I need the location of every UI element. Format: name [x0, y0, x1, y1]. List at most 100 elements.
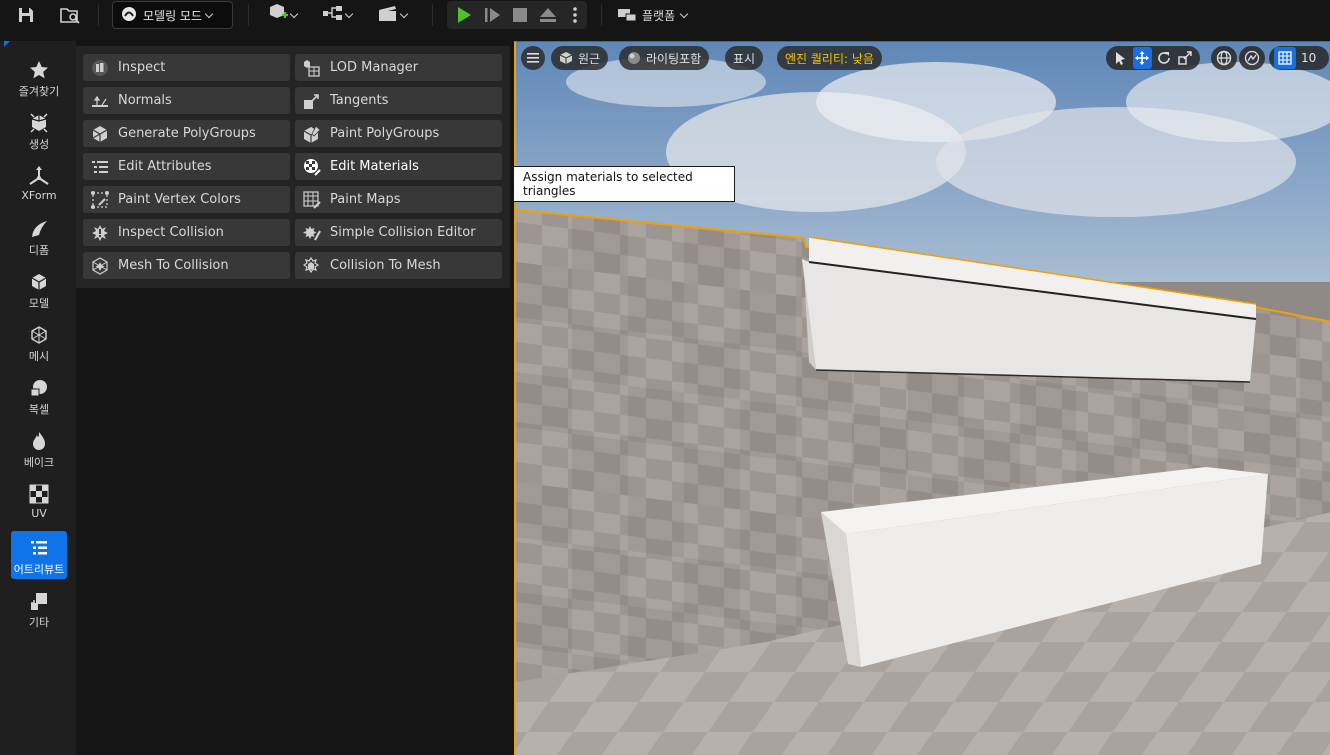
select-tool-button[interactable] — [1111, 47, 1131, 69]
eject-button[interactable] — [536, 0, 560, 30]
level-viewport[interactable]: 원근 라이팅포함 표시 엔진 퀄리티: 낮음 10 — [514, 41, 1330, 755]
mesh-icon — [28, 324, 50, 346]
tool-simple-collision-editor-button[interactable]: Simple Collision Editor — [295, 219, 502, 246]
content-browser-icon[interactable] — [56, 0, 84, 30]
blueprint-button[interactable] — [318, 0, 356, 30]
tool-edit-materials-button[interactable]: Edit Materials — [295, 153, 502, 180]
viewport-menu-button[interactable] — [521, 46, 545, 70]
create-icon — [28, 112, 50, 134]
category-star[interactable]: 즐겨찾기 — [11, 53, 67, 101]
category-voxel[interactable]: 복셀 — [11, 371, 67, 419]
category-label: 모델 — [28, 297, 50, 310]
tool-label: Normals — [118, 93, 172, 108]
lod-manager-icon — [303, 59, 321, 77]
voxel-icon — [28, 377, 50, 399]
mode-selector-button[interactable]: 모델링 모드 — [112, 1, 233, 29]
grid-snap-toggle[interactable] — [1274, 47, 1296, 69]
transform-tools — [1106, 46, 1200, 70]
category-uv[interactable]: UV — [11, 477, 67, 525]
scale-tool-button[interactable] — [1176, 47, 1196, 69]
tool-generate-polygroups-button[interactable]: Generate PolyGroups — [83, 120, 290, 147]
bake-icon — [28, 430, 50, 452]
tool-label: Tangents — [330, 93, 389, 108]
tool-label: Simple Collision Editor — [330, 225, 476, 240]
tool-details-panel — [76, 288, 510, 755]
tool-tangents-button[interactable]: Tangents — [295, 87, 502, 114]
tool-collision-to-mesh-button[interactable]: Collision To Mesh — [295, 252, 502, 279]
more-vertical-icon — [573, 7, 577, 23]
category-attributes[interactable]: 어트리뷰트 — [11, 531, 67, 579]
tool-normals-button[interactable]: Normals — [83, 87, 290, 114]
grid-snap-value[interactable]: 10 — [1297, 51, 1320, 65]
rotate-tool-button[interactable] — [1154, 47, 1174, 69]
perspective-button[interactable]: 원근 — [551, 46, 609, 70]
uv-icon — [28, 483, 50, 505]
category-label: 디폼 — [28, 244, 50, 257]
tool-label: Inspect — [118, 60, 166, 75]
add-actor-button[interactable] — [262, 0, 302, 30]
inspect-collision-icon — [91, 224, 109, 242]
modeling-mode-icon — [121, 6, 137, 25]
play-button[interactable] — [452, 0, 476, 30]
category-deform[interactable]: 디폼 — [11, 212, 67, 260]
platform-button[interactable]: 플랫폼 — [617, 0, 689, 30]
perspective-label: 원근 — [578, 51, 601, 66]
category-create[interactable]: 생성 — [11, 106, 67, 154]
platform-icon — [617, 6, 637, 25]
play-options-button[interactable] — [566, 0, 584, 30]
cinematics-button[interactable] — [372, 0, 412, 30]
stop-icon — [513, 8, 527, 22]
surface-snap-button[interactable] — [1239, 46, 1265, 70]
tool-label: Paint Maps — [330, 192, 401, 207]
edit-attributes-icon — [91, 158, 109, 176]
lighting-label: 라이팅포함 — [646, 51, 702, 66]
tool-label: Edit Attributes — [118, 159, 212, 174]
category-model[interactable]: 모델 — [11, 265, 67, 313]
category-label: 베이크 — [23, 456, 55, 469]
xform-icon — [28, 165, 50, 187]
category-label: 어트리뷰트 — [13, 563, 65, 576]
grid-icon — [1278, 51, 1292, 65]
category-misc[interactable]: 기타 — [11, 584, 67, 632]
show-button[interactable]: 표시 — [725, 46, 764, 70]
lit-sphere-icon — [627, 51, 641, 65]
show-label: 표시 — [733, 51, 756, 66]
paint-polygroups-icon — [303, 124, 321, 143]
category-mesh[interactable]: 메시 — [11, 318, 67, 366]
category-label: 즐겨찾기 — [18, 85, 60, 98]
generate-polygroups-icon — [91, 125, 109, 143]
cursor-icon — [1115, 52, 1125, 65]
category-label: 복셀 — [28, 403, 50, 416]
main-toolbar: 모델링 모드 플랫폼 — [0, 0, 1330, 30]
tool-paint-polygroups-button[interactable]: Paint PolyGroups — [295, 120, 502, 147]
tool-paint-vertex-colors-button[interactable]: Paint Vertex Colors — [83, 186, 290, 213]
engine-quality-button[interactable]: 엔진 퀄리티: 낮음 — [777, 46, 882, 70]
tool-edit-attributes-button[interactable]: Edit Attributes — [83, 153, 290, 180]
tool-inspect-button[interactable]: Inspect — [83, 54, 290, 81]
chevron-down-icon — [204, 9, 214, 18]
grid-snap-control: 10 — [1269, 46, 1329, 70]
mode-label: 모델링 모드 — [143, 8, 203, 23]
eject-icon — [540, 8, 556, 22]
category-xform[interactable]: XForm — [11, 159, 67, 207]
save-icon[interactable] — [14, 0, 38, 30]
attributes-icon — [28, 537, 50, 559]
paint-maps-icon — [303, 190, 321, 209]
surface-snap-icon — [1244, 50, 1260, 66]
tool-mesh-to-collision-button[interactable]: Mesh To Collision — [83, 252, 290, 279]
tool-paint-maps-button[interactable]: Paint Maps — [295, 186, 502, 213]
mesh-to-collision-icon — [91, 256, 109, 275]
tool-inspect-collision-button[interactable]: Inspect Collision — [83, 219, 290, 246]
category-label: UV — [31, 507, 47, 520]
tool-label: Inspect Collision — [118, 225, 224, 240]
misc-icon — [28, 590, 50, 612]
view-mode-button[interactable]: 라이팅포함 — [619, 46, 710, 70]
category-label: XForm — [21, 189, 57, 202]
world-local-toggle[interactable] — [1211, 46, 1237, 70]
advance-frame-button[interactable] — [480, 0, 504, 30]
category-bake[interactable]: 베이크 — [11, 424, 67, 472]
tool-lod-manager-button[interactable]: LOD Manager — [295, 54, 502, 81]
translate-tool-button[interactable] — [1132, 47, 1152, 69]
stop-button[interactable] — [508, 0, 532, 30]
tool-label: Collision To Mesh — [330, 258, 441, 273]
